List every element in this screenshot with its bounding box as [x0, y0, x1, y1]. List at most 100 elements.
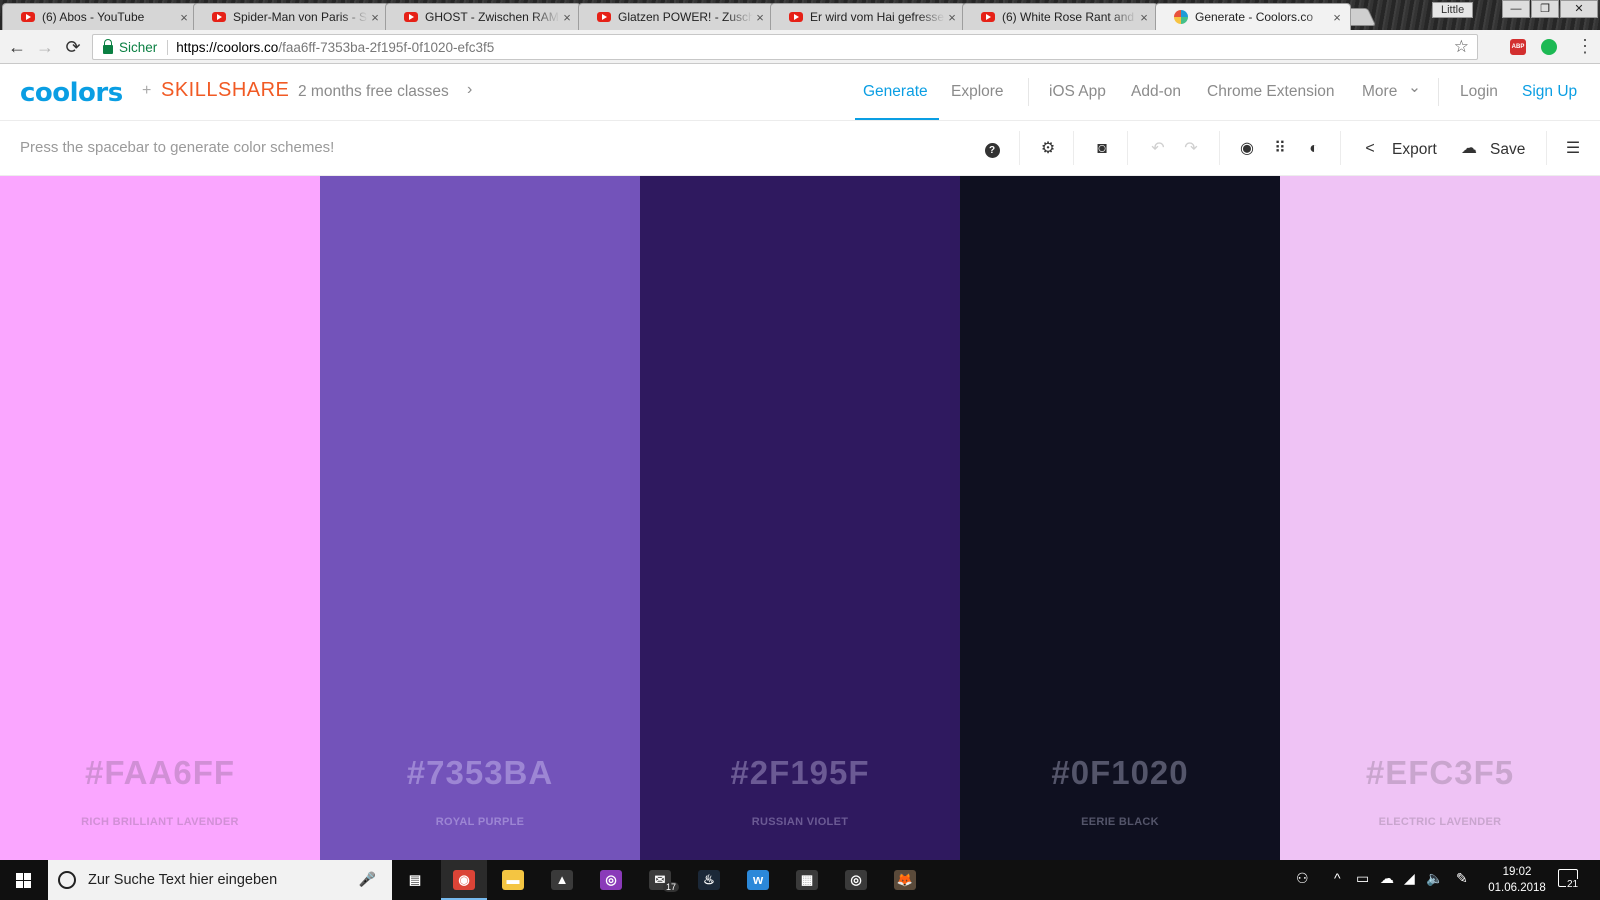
browser-tab[interactable]: Spider-Man von Paris - So × — [193, 3, 389, 30]
eye-icon[interactable]: ◉ — [1237, 139, 1257, 159]
color-swatch[interactable]: #7353BA ROYAL PURPLE — [320, 176, 640, 860]
signup-link[interactable]: Sign Up — [1522, 83, 1577, 101]
grid-icon[interactable]: ⠿ — [1270, 139, 1290, 159]
browser-tab[interactable]: (6) White Rose Rant and I × — [962, 3, 1158, 30]
tab-close-icon[interactable]: × — [368, 10, 382, 25]
taskbar-app-gimp[interactable]: 🦊 — [882, 860, 928, 900]
help-icon: ? — [984, 143, 1000, 158]
skillshare-logo[interactable]: SKILLSHARE — [161, 79, 289, 102]
taskbar-app-store[interactable]: ▦ — [784, 860, 830, 900]
profile-button[interactable]: Little — [1432, 2, 1474, 18]
start-button[interactable] — [0, 860, 48, 900]
nav-generate[interactable]: Generate — [863, 83, 928, 101]
nav-ios-app[interactable]: iOS App — [1049, 83, 1106, 101]
nav-explore[interactable]: Explore — [951, 83, 1004, 101]
forward-button[interactable]: → — [34, 36, 56, 58]
share-icon[interactable]: < — [1360, 139, 1380, 159]
minimize-button[interactable]: — — [1502, 0, 1530, 18]
battery-icon[interactable]: ▭ — [1356, 870, 1369, 887]
swatch-hex[interactable]: #7353BA — [320, 754, 640, 792]
address-bar[interactable]: Sicher https://coolors.co/faa6ff-7353ba-… — [92, 34, 1478, 60]
onedrive-icon[interactable]: ☁ — [1380, 870, 1394, 887]
tab-close-icon[interactable]: × — [560, 10, 574, 25]
youtube-icon — [789, 12, 803, 22]
taskbar-app-photos[interactable]: ▲ — [539, 860, 585, 900]
bookmark-star-icon[interactable]: ☆ — [1454, 37, 1469, 57]
reload-button[interactable]: ⟳ — [62, 36, 84, 58]
nav-more[interactable]: More — [1362, 83, 1397, 101]
camera-icon[interactable]: ◙ — [1092, 139, 1112, 159]
coolors-logo[interactable]: coolors — [20, 78, 123, 108]
url-host: https://coolors.co — [176, 39, 279, 55]
color-swatch[interactable]: #2F195F RUSSIAN VIOLET — [640, 176, 960, 860]
restore-button[interactable]: ❐ — [1531, 0, 1559, 18]
taskbar-app-groove[interactable]: ◎ — [833, 860, 879, 900]
close-window-button[interactable]: ✕ — [1560, 0, 1598, 18]
toolbar-divider — [1340, 131, 1341, 165]
show-hidden-icons-icon[interactable]: ^ — [1334, 870, 1341, 886]
nav-divider — [1438, 78, 1439, 106]
active-nav-indicator — [855, 118, 939, 120]
pen-icon[interactable]: ✎ — [1456, 870, 1468, 887]
browser-tab-active[interactable]: Generate - Coolors.co × — [1155, 3, 1351, 30]
wifi-icon[interactable]: ◢ — [1404, 870, 1415, 887]
browser-tab[interactable]: (6) Abos - YouTube × — [2, 3, 198, 30]
store-icon: ▦ — [796, 870, 818, 890]
swatch-hex[interactable]: #FAA6FF — [0, 754, 320, 792]
back-button[interactable]: ← — [6, 36, 28, 58]
toolbar-divider — [1019, 131, 1020, 165]
redo-icon[interactable]: ↷ — [1181, 139, 1201, 159]
tab-close-icon[interactable]: × — [1330, 10, 1344, 25]
save-button[interactable]: Save — [1490, 141, 1525, 159]
hamburger-menu-icon[interactable]: ☰ — [1563, 139, 1583, 159]
adblock-extension-icon[interactable]: ABP — [1510, 39, 1526, 55]
nav-add-on[interactable]: Add-on — [1131, 83, 1181, 101]
tab-title: Glatzen POWER! - Zuscha — [618, 10, 753, 24]
color-swatch[interactable]: #0F1020 EERIE BLACK — [960, 176, 1280, 860]
tab-close-icon[interactable]: × — [1137, 10, 1151, 25]
taskbar-app-instagram[interactable]: ◎ — [588, 860, 634, 900]
taskbar-app-mail[interactable]: ✉ 17 — [637, 860, 683, 900]
taskbar-app-steam[interactable]: ♨ — [686, 860, 732, 900]
system-clock[interactable]: 19:02 01.06.2018 — [1480, 864, 1554, 896]
tab-close-icon[interactable]: × — [945, 10, 959, 25]
swatch-hex[interactable]: #EFC3F5 — [1280, 754, 1600, 792]
taskbar-app-wunderlist[interactable]: w — [735, 860, 781, 900]
plus-sign: + — [142, 82, 152, 99]
adjust-icon[interactable]: ◐ — [1304, 139, 1324, 159]
login-link[interactable]: Login — [1460, 83, 1498, 101]
browser-tab[interactable]: Glatzen POWER! - Zuscha × — [578, 3, 774, 30]
grammarly-extension-icon[interactable] — [1541, 39, 1557, 55]
tab-close-icon[interactable]: × — [177, 10, 191, 25]
people-icon[interactable]: ⚇ — [1296, 870, 1309, 887]
toolbar-divider — [1546, 131, 1547, 165]
taskbar-app-file-explorer[interactable]: ▬ — [490, 860, 536, 900]
color-swatch[interactable]: #EFC3F5 ELECTRIC LAVENDER — [1280, 176, 1600, 860]
swatch-color-name: ELECTRIC LAVENDER — [1378, 816, 1502, 828]
taskbar-app-chrome[interactable]: ◉ — [441, 860, 487, 900]
volume-icon[interactable]: 🔈 — [1426, 870, 1443, 887]
help-button[interactable]: ? — [982, 139, 1002, 159]
mail-badge: 17 — [663, 882, 680, 892]
taskbar-search[interactable]: Zur Suche Text hier eingeben 🎤 — [48, 860, 392, 900]
promo-link[interactable]: 2 months free classes — [298, 83, 449, 101]
browser-tab[interactable]: GHOST - Zwischen RAMM × — [385, 3, 581, 30]
swatch-hex[interactable]: #2F195F — [640, 754, 960, 792]
tab-close-icon[interactable]: × — [753, 10, 767, 25]
cloud-save-icon[interactable]: ☁ — [1459, 139, 1479, 159]
color-swatch[interactable]: #FAA6FF RICH BRILLIANT LAVENDER — [0, 176, 320, 860]
windows-taskbar: Zur Suche Text hier eingeben 🎤 ▤ ◉ ▬ ▲ ◎ ✉ 17 ♨… — [0, 860, 1600, 900]
taskbar-app-task-view[interactable]: ▤ — [392, 860, 438, 900]
notification-count: 21 — [1566, 879, 1580, 890]
microphone-icon[interactable]: 🎤 — [359, 871, 376, 888]
browser-toolbar: ← → ⟳ Sicher https://coolors.co/faa6ff-7… — [0, 30, 1600, 64]
settings-icon[interactable]: ⚙ — [1038, 139, 1058, 159]
swatch-hex[interactable]: #0F1020 — [960, 754, 1280, 792]
undo-icon[interactable]: ↶ — [1148, 139, 1168, 159]
export-button[interactable]: Export — [1392, 141, 1437, 159]
nav-chrome-extension[interactable]: Chrome Extension — [1207, 83, 1335, 101]
windows-logo-icon — [16, 873, 32, 888]
browser-menu-icon[interactable]: ⋮ — [1576, 36, 1594, 56]
browser-tab[interactable]: Er wird vom Hai gefressen × — [770, 3, 966, 30]
clock-time: 19:02 — [1502, 866, 1532, 878]
